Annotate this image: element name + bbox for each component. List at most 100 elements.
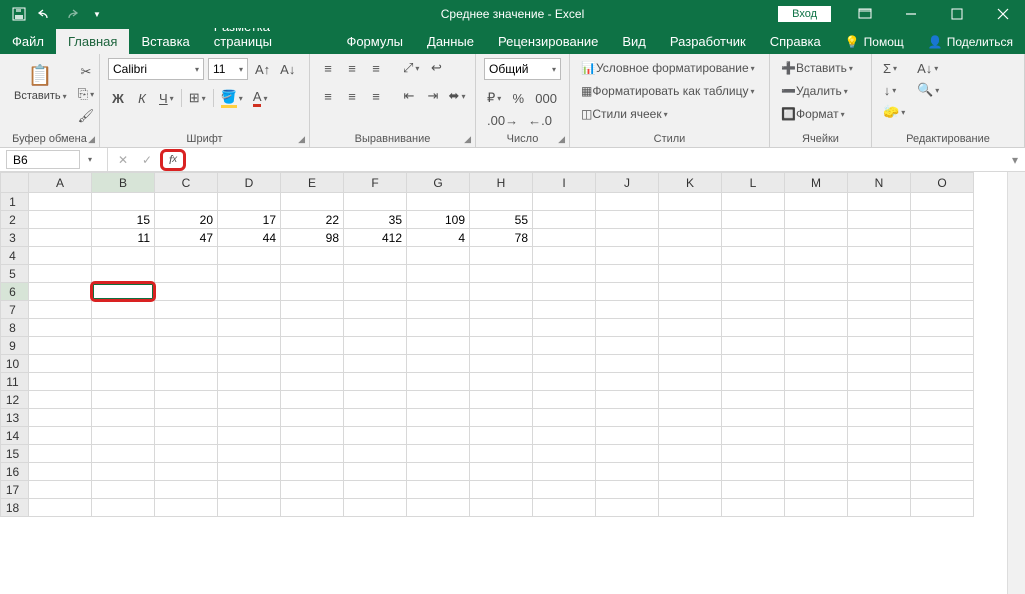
cell[interactable]: [407, 319, 470, 337]
cell[interactable]: [92, 283, 155, 301]
cell[interactable]: [155, 337, 218, 355]
cell[interactable]: [659, 193, 722, 211]
login-button[interactable]: Вход: [778, 6, 831, 22]
insert-cells-button[interactable]: ➕ Вставить▾: [778, 58, 863, 78]
cell[interactable]: [92, 427, 155, 445]
column-header[interactable]: A: [29, 173, 92, 193]
cell[interactable]: [785, 319, 848, 337]
format-as-table-button[interactable]: ▦ Форматировать как таблицу▾: [578, 81, 761, 101]
cell[interactable]: 17: [218, 211, 281, 229]
align-bottom-icon[interactable]: ≡: [366, 58, 386, 78]
undo-icon[interactable]: [34, 3, 56, 25]
cell[interactable]: [722, 247, 785, 265]
cell[interactable]: [848, 445, 911, 463]
cell[interactable]: [155, 373, 218, 391]
minimize-icon[interactable]: [889, 0, 933, 28]
cell[interactable]: [155, 319, 218, 337]
cell[interactable]: [659, 247, 722, 265]
cell[interactable]: [344, 427, 407, 445]
cell[interactable]: [281, 319, 344, 337]
cell[interactable]: [533, 445, 596, 463]
cell[interactable]: [470, 247, 533, 265]
cell[interactable]: [659, 463, 722, 481]
cell[interactable]: [659, 427, 722, 445]
font-launcher-icon[interactable]: ◢: [298, 134, 305, 145]
cell[interactable]: [407, 337, 470, 355]
cell[interactable]: [281, 193, 344, 211]
cell[interactable]: [281, 265, 344, 283]
cell[interactable]: [785, 283, 848, 301]
tab-data[interactable]: Данные: [415, 29, 486, 54]
cell[interactable]: [29, 373, 92, 391]
number-launcher-icon[interactable]: ◢: [558, 134, 565, 145]
close-icon[interactable]: [981, 0, 1025, 28]
cell[interactable]: [722, 355, 785, 373]
cell[interactable]: [659, 409, 722, 427]
row-header[interactable]: 13: [1, 409, 29, 427]
cell[interactable]: [533, 319, 596, 337]
cell[interactable]: [596, 391, 659, 409]
column-header[interactable]: N: [848, 173, 911, 193]
cell[interactable]: [596, 247, 659, 265]
cell[interactable]: [29, 211, 92, 229]
cell[interactable]: [533, 337, 596, 355]
row-header[interactable]: 3: [1, 229, 29, 247]
cell[interactable]: [596, 319, 659, 337]
cell[interactable]: [29, 193, 92, 211]
cell[interactable]: [785, 355, 848, 373]
cell[interactable]: [596, 229, 659, 247]
cell[interactable]: [29, 409, 92, 427]
cell[interactable]: 78: [470, 229, 533, 247]
cell[interactable]: [848, 409, 911, 427]
decrease-decimal-icon[interactable]: ←.0: [525, 110, 555, 130]
cell[interactable]: [848, 427, 911, 445]
orientation-icon[interactable]: ⤢▾: [400, 58, 422, 78]
cell[interactable]: [533, 463, 596, 481]
maximize-icon[interactable]: [935, 0, 979, 28]
cell[interactable]: [155, 499, 218, 517]
cell[interactable]: [785, 463, 848, 481]
cell[interactable]: [218, 445, 281, 463]
cell[interactable]: 109: [407, 211, 470, 229]
cell[interactable]: [911, 373, 974, 391]
cell[interactable]: [344, 265, 407, 283]
cell[interactable]: [722, 319, 785, 337]
column-header[interactable]: C: [155, 173, 218, 193]
cell[interactable]: [281, 247, 344, 265]
column-header[interactable]: M: [785, 173, 848, 193]
cell[interactable]: [722, 391, 785, 409]
cell[interactable]: [659, 499, 722, 517]
cell[interactable]: [533, 265, 596, 283]
autosum-icon[interactable]: Σ▾: [880, 58, 900, 78]
cell[interactable]: [29, 445, 92, 463]
tab-home[interactable]: Главная: [56, 29, 129, 54]
tab-view[interactable]: Вид: [610, 29, 658, 54]
conditional-formatting-button[interactable]: 📊 Условное форматирование▾: [578, 58, 761, 78]
cell[interactable]: 47: [155, 229, 218, 247]
cell[interactable]: [218, 301, 281, 319]
cell[interactable]: 11: [92, 229, 155, 247]
cell[interactable]: [470, 463, 533, 481]
cell[interactable]: [596, 445, 659, 463]
cell[interactable]: [848, 319, 911, 337]
cell[interactable]: [218, 391, 281, 409]
cell[interactable]: [407, 409, 470, 427]
cell[interactable]: [722, 427, 785, 445]
decrease-font-icon[interactable]: A↓: [277, 59, 298, 79]
cell[interactable]: [470, 373, 533, 391]
cell[interactable]: [911, 337, 974, 355]
cell[interactable]: [92, 481, 155, 499]
cell[interactable]: [218, 283, 281, 301]
cell[interactable]: [218, 427, 281, 445]
align-launcher-icon[interactable]: ◢: [464, 134, 471, 145]
cell[interactable]: [407, 265, 470, 283]
column-header[interactable]: F: [344, 173, 407, 193]
cell[interactable]: [785, 499, 848, 517]
increase-indent-icon[interactable]: ⇥: [423, 86, 443, 106]
cell[interactable]: [848, 463, 911, 481]
cell[interactable]: [281, 355, 344, 373]
cell[interactable]: [218, 409, 281, 427]
font-color-icon[interactable]: A▾: [250, 88, 271, 108]
cell[interactable]: [596, 373, 659, 391]
cell[interactable]: [722, 265, 785, 283]
